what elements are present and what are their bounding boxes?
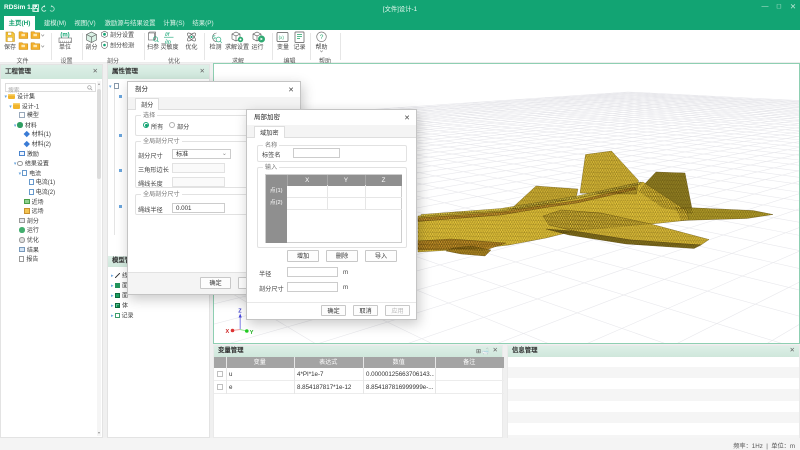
- svg-text:求解设置: 求解设置: [225, 43, 249, 51]
- svg-text:保存: 保存: [4, 43, 16, 51]
- svg-text:X: X: [225, 329, 229, 335]
- svg-text:(m): (m): [60, 33, 69, 39]
- svg-text:剖分检测: 剖分检测: [110, 42, 134, 50]
- svg-text:Y: Y: [249, 330, 253, 336]
- svg-text:运行: 运行: [251, 43, 263, 51]
- svg-text:(x): (x): [279, 35, 285, 40]
- svg-text:优化: 优化: [185, 43, 197, 51]
- svg-text:记录: 记录: [293, 43, 305, 51]
- svg-text:单位: 单位: [59, 43, 71, 51]
- svg-text:检测: 检测: [209, 43, 221, 51]
- svg-text:剖分设置: 剖分设置: [110, 31, 134, 39]
- svg-text:Z: Z: [238, 309, 242, 315]
- svg-text:灵敏度: 灵敏度: [160, 43, 178, 51]
- svg-text:帮助: 帮助: [315, 43, 327, 51]
- svg-text:?: ?: [320, 34, 324, 41]
- svg-text:S: S: [212, 35, 216, 41]
- svg-text:剖分: 剖分: [85, 43, 97, 51]
- svg-text:变量: 变量: [277, 43, 289, 51]
- svg-text:扫参: 扫参: [147, 43, 159, 51]
